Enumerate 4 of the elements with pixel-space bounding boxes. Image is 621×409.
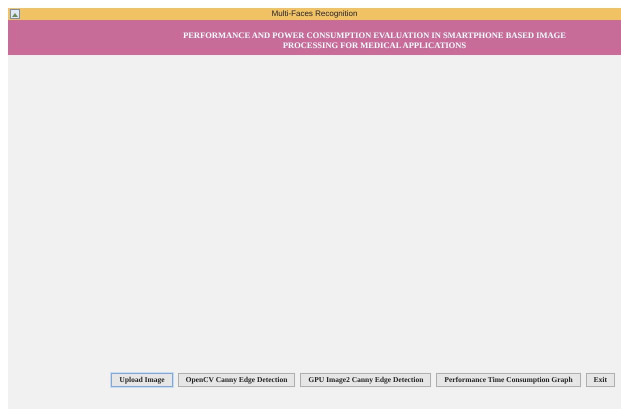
banner-heading: PERFORMANCE AND POWER CONSUMPTION EVALUATION IN SMARTPHONE BASED IMAGE	[183, 30, 566, 40]
window-title: Multi-Faces Recognition	[272, 8, 358, 20]
banner-heading: PROCESSING FOR MEDICAL APPLICATIONS	[282, 40, 466, 50]
app-icon	[10, 9, 20, 19]
